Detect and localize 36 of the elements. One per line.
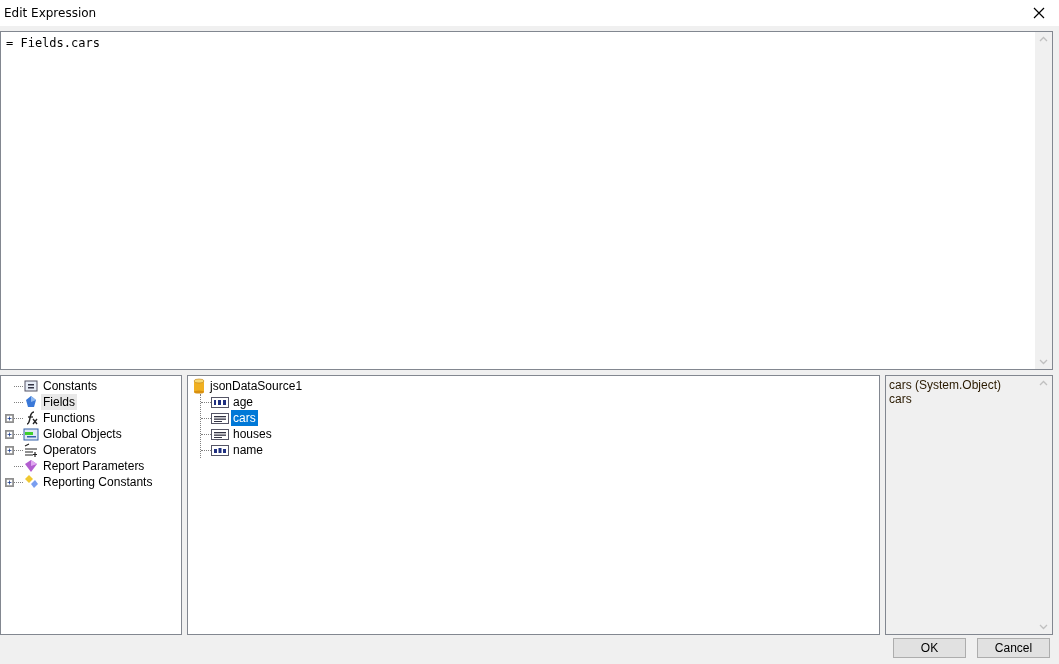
scroll-down-icon bbox=[1039, 624, 1048, 630]
tree-item[interactable]: Reporting Constants bbox=[41, 474, 155, 490]
gem-icon bbox=[23, 458, 39, 474]
tree-item[interactable]: Functions bbox=[41, 410, 98, 426]
operators-icon bbox=[23, 442, 39, 458]
tree-item[interactable]: Constants bbox=[41, 378, 100, 394]
scrollbar[interactable] bbox=[1035, 32, 1052, 369]
tree-item[interactable]: houses bbox=[231, 426, 274, 442]
cancel-button[interactable]: Cancel bbox=[977, 638, 1050, 658]
expand-icon[interactable] bbox=[5, 413, 14, 423]
tree-item[interactable]: jsonDataSource1 bbox=[208, 378, 305, 394]
expression-editor[interactable]: = Fields.cars bbox=[0, 31, 1053, 370]
tree-item[interactable]: cars bbox=[231, 410, 258, 426]
tree-item[interactable]: age bbox=[231, 394, 256, 410]
ok-button[interactable]: OK bbox=[893, 638, 966, 658]
expression-text: = Fields.cars bbox=[6, 36, 100, 50]
expand-icon[interactable] bbox=[5, 445, 14, 455]
tags-icon bbox=[23, 474, 39, 490]
scroll-up-icon bbox=[1039, 380, 1048, 386]
database-icon bbox=[192, 378, 206, 394]
expand-icon[interactable] bbox=[5, 429, 14, 439]
tree-item[interactable]: Fields bbox=[41, 394, 77, 410]
scroll-down-icon bbox=[1039, 359, 1048, 365]
list-icon bbox=[23, 378, 39, 394]
tree-item[interactable]: Report Parameters bbox=[41, 458, 147, 474]
tree-item[interactable]: Global Objects bbox=[41, 426, 124, 442]
description-text: cars (System.Object) bbox=[889, 378, 1003, 392]
tree-item[interactable]: name bbox=[231, 442, 266, 458]
close-icon bbox=[1033, 7, 1045, 19]
tree-item[interactable]: Operators bbox=[41, 442, 99, 458]
panel-icon bbox=[23, 426, 39, 442]
expand-icon[interactable] bbox=[5, 477, 14, 487]
scroll-up-icon bbox=[1039, 36, 1048, 42]
window-title: Edit Expression bbox=[4, 6, 97, 20]
gem-icon bbox=[23, 394, 39, 410]
description-text: cars bbox=[889, 392, 913, 406]
